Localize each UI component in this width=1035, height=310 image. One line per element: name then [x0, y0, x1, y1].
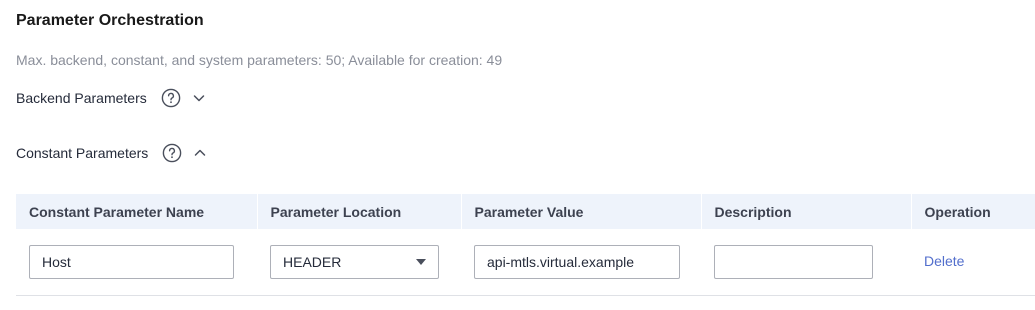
- chevron-up-icon[interactable]: [193, 146, 207, 160]
- value-cell: api-mtls.virtual.example: [461, 229, 701, 296]
- constant-parameters-table: Constant Parameter Name Parameter Locati…: [16, 194, 1035, 296]
- parameter-location-select[interactable]: HEADER: [270, 244, 439, 279]
- chevron-down-icon[interactable]: [192, 91, 206, 105]
- parameter-value-text: api-mtls.virtual.example: [487, 253, 635, 270]
- operation-cell: Delete: [911, 229, 1035, 296]
- constant-parameters-label: Constant Parameters: [16, 145, 149, 161]
- column-header-value: Parameter Value: [461, 194, 702, 229]
- constant-parameters-toggle[interactable]: Constant Parameters: [16, 143, 207, 163]
- delete-link[interactable]: Delete: [924, 253, 964, 269]
- parameter-name-value: Host: [42, 253, 71, 270]
- parameter-name-input[interactable]: Host: [29, 244, 234, 279]
- table-header-row: Constant Parameter Name Parameter Locati…: [16, 194, 1035, 229]
- parameter-limit-hint: Max. backend, constant, and system param…: [16, 52, 503, 68]
- column-header-location: Parameter Location: [257, 194, 462, 229]
- backend-parameters-toggle[interactable]: Backend Parameters: [16, 88, 206, 108]
- column-header-name: Constant Parameter Name: [16, 194, 258, 229]
- question-circle-icon[interactable]: [161, 88, 181, 108]
- question-circle-icon[interactable]: [162, 143, 182, 163]
- table-row: Host HEADER api-mtls.virtual.example Del…: [16, 229, 1035, 296]
- caret-down-icon: [416, 258, 426, 265]
- location-cell: HEADER: [257, 229, 461, 296]
- column-header-operation: Operation: [911, 194, 1035, 229]
- parameter-value-input[interactable]: api-mtls.virtual.example: [474, 244, 680, 279]
- page-title: Parameter Orchestration: [16, 12, 204, 29]
- column-header-description: Description: [701, 194, 912, 229]
- parameter-location-value: HEADER: [283, 253, 342, 270]
- name-cell: Host: [16, 229, 257, 296]
- description-input[interactable]: [714, 244, 873, 279]
- description-cell: [701, 229, 911, 296]
- backend-parameters-label: Backend Parameters: [16, 90, 147, 106]
